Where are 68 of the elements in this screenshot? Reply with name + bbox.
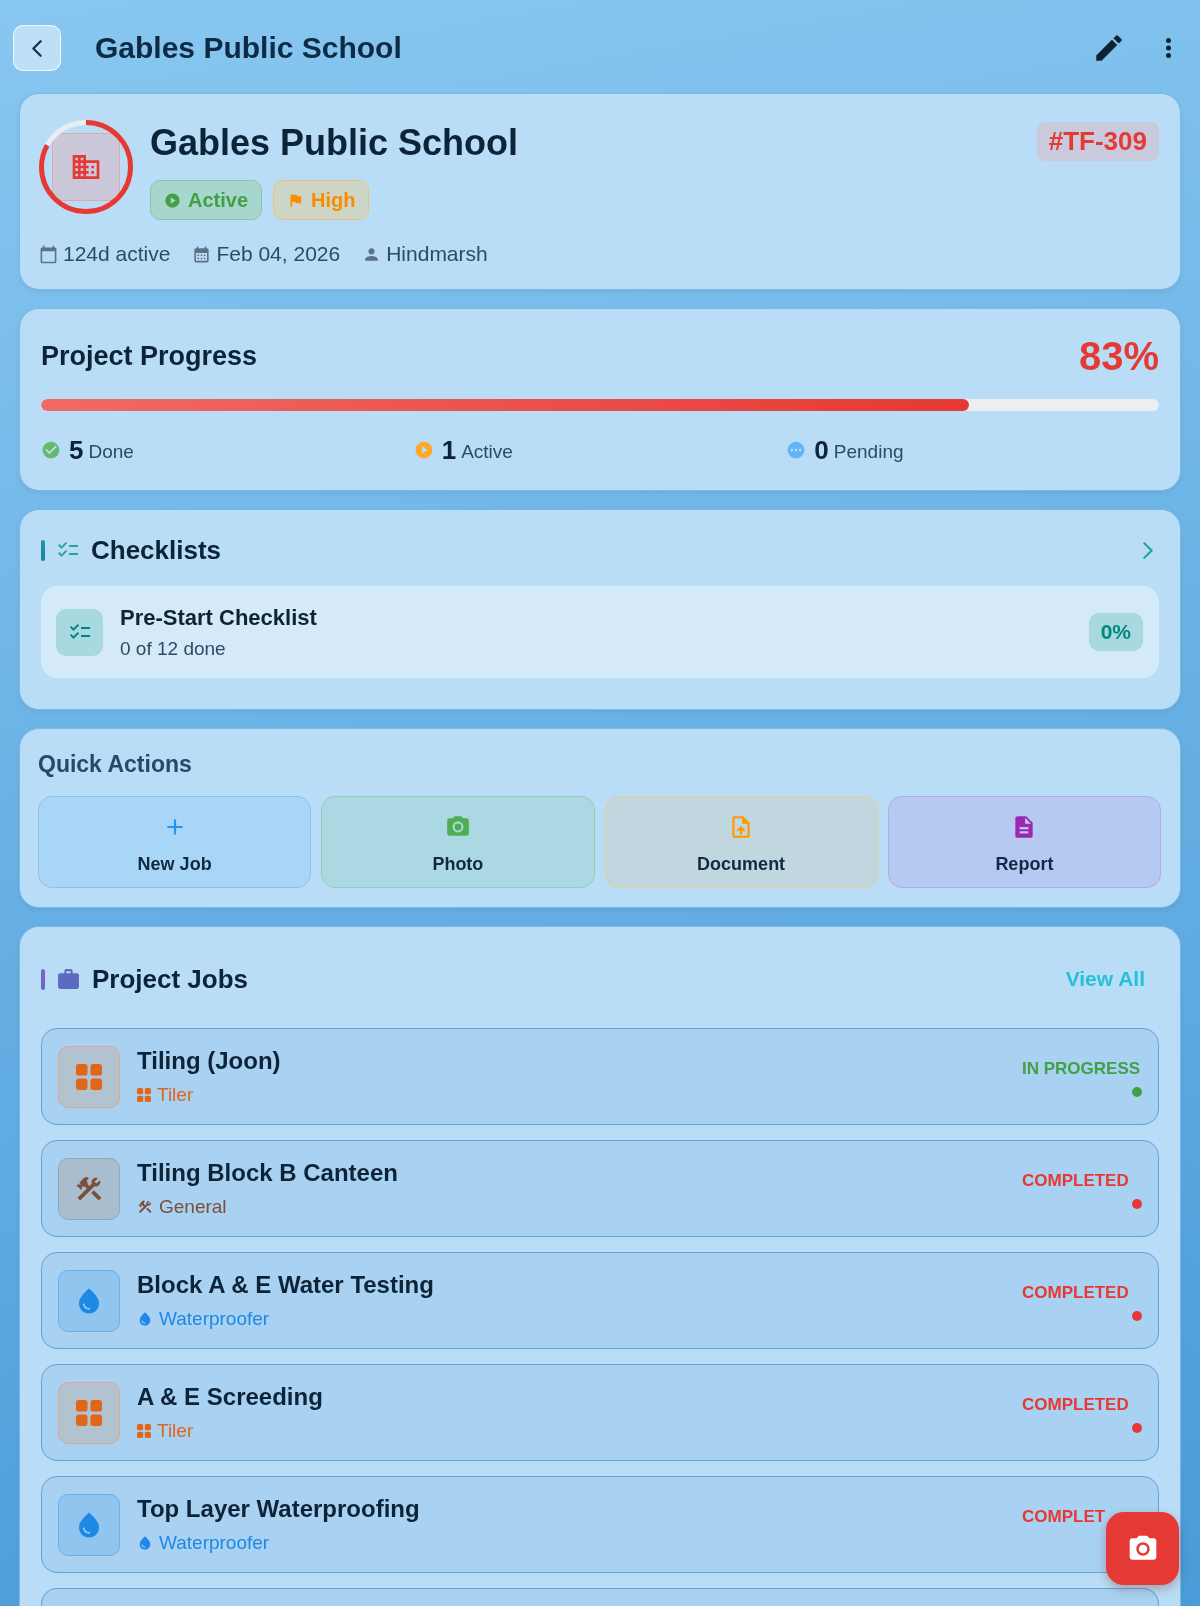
report-button[interactable]: Report bbox=[887, 796, 1161, 888]
job-row[interactable]: Block A & E Water Testing Waterproofer COMPLETED bbox=[41, 1252, 1159, 1349]
section-title: Checklists bbox=[91, 534, 222, 566]
calendar-icon bbox=[192, 244, 212, 264]
grid-icon bbox=[137, 1088, 151, 1102]
checklist-icon bbox=[56, 608, 103, 656]
stat-count: 5 bbox=[69, 436, 84, 464]
job-title: Top Layer Waterproofing bbox=[137, 1494, 420, 1524]
job-title: A & E Screeding bbox=[137, 1382, 323, 1412]
status-label: COMPLETED bbox=[1022, 1283, 1129, 1303]
grid-icon bbox=[58, 1045, 120, 1108]
page-title: Gables Public School bbox=[95, 30, 402, 66]
calendar-icon bbox=[39, 244, 58, 264]
trade-label: General bbox=[159, 1195, 227, 1219]
status-label: IN PROGRESS bbox=[1022, 1059, 1141, 1079]
stat-label: Pending bbox=[833, 439, 904, 464]
accent-bar bbox=[41, 539, 45, 561]
priority-label: High bbox=[311, 188, 356, 212]
stat-label: Done bbox=[88, 439, 134, 464]
project-name: Gables Public School bbox=[150, 121, 520, 165]
trade-label: Waterproofer bbox=[159, 1307, 270, 1331]
job-title: Tiling Block B Canteen bbox=[137, 1158, 398, 1188]
hammer-wrench-icon bbox=[58, 1157, 120, 1220]
status-label: COMPLETED bbox=[1022, 1171, 1129, 1191]
checklist-percent: 0% bbox=[1088, 613, 1143, 651]
water-drop-icon bbox=[58, 1493, 120, 1556]
status-label: COMPLET bbox=[1022, 1507, 1106, 1527]
status-label: Active bbox=[188, 188, 249, 212]
water-drop-icon bbox=[137, 1311, 153, 1327]
checklist-name: Pre-Start Checklist bbox=[120, 603, 317, 632]
back-button[interactable] bbox=[13, 25, 61, 71]
checklist-item[interactable]: Pre-Start Checklist 0 of 12 done 0% bbox=[41, 586, 1159, 678]
section-title: Project Progress bbox=[41, 340, 258, 373]
person-name: Hindmarsh bbox=[386, 242, 488, 266]
job-row[interactable]: Tiling Block B Canteen General COMPLETED bbox=[41, 1140, 1159, 1237]
stat-label: Active bbox=[461, 439, 513, 464]
photo-button[interactable]: Photo bbox=[321, 796, 595, 888]
date-label: Feb 04, 2026 bbox=[216, 242, 341, 266]
document-button[interactable]: Document bbox=[604, 796, 878, 888]
water-drop-icon bbox=[137, 1535, 153, 1551]
building-icon bbox=[52, 133, 120, 201]
chevron-left-icon bbox=[32, 39, 42, 57]
trade-label: Tiler bbox=[157, 1419, 194, 1443]
section-title: Quick Actions bbox=[38, 750, 193, 779]
grid-icon bbox=[58, 1381, 120, 1444]
project-code: #TF-309 bbox=[1036, 122, 1159, 161]
more-icon[interactable] bbox=[1166, 38, 1171, 58]
section-title: Project Jobs bbox=[92, 963, 249, 995]
water-drop-icon bbox=[58, 1269, 120, 1332]
grid-icon bbox=[137, 1424, 151, 1438]
job-row[interactable]: Top Layer Waterproofing Waterproofer COMPLET bbox=[41, 1476, 1159, 1573]
briefcase-icon bbox=[56, 966, 81, 992]
accent-bar bbox=[41, 968, 45, 990]
camera-button[interactable] bbox=[1106, 1512, 1179, 1585]
job-row[interactable]: A & E Screeding Tiler COMPLETED bbox=[41, 1364, 1159, 1461]
checklist-count: 0 of 12 done bbox=[120, 636, 226, 661]
stat-count: 1 bbox=[441, 436, 457, 464]
stat-count: 0 bbox=[814, 436, 829, 464]
trade-label: Waterproofer bbox=[159, 1531, 270, 1555]
trade-label: Tiler bbox=[157, 1083, 194, 1107]
job-row[interactable]: Tiling (Joon) Tiler IN PROGRESS bbox=[41, 1028, 1159, 1125]
job-title: Tiling (Joon) bbox=[137, 1046, 281, 1076]
job-title: Block A & E Water Testing bbox=[137, 1270, 434, 1300]
status-label: COMPLETED bbox=[1022, 1395, 1129, 1415]
progress-percent: 83% bbox=[1078, 334, 1159, 378]
duration-label: 124d active bbox=[63, 242, 171, 266]
hammer-wrench-icon bbox=[137, 1199, 153, 1215]
new-job-button[interactable]: New Job bbox=[38, 796, 312, 888]
